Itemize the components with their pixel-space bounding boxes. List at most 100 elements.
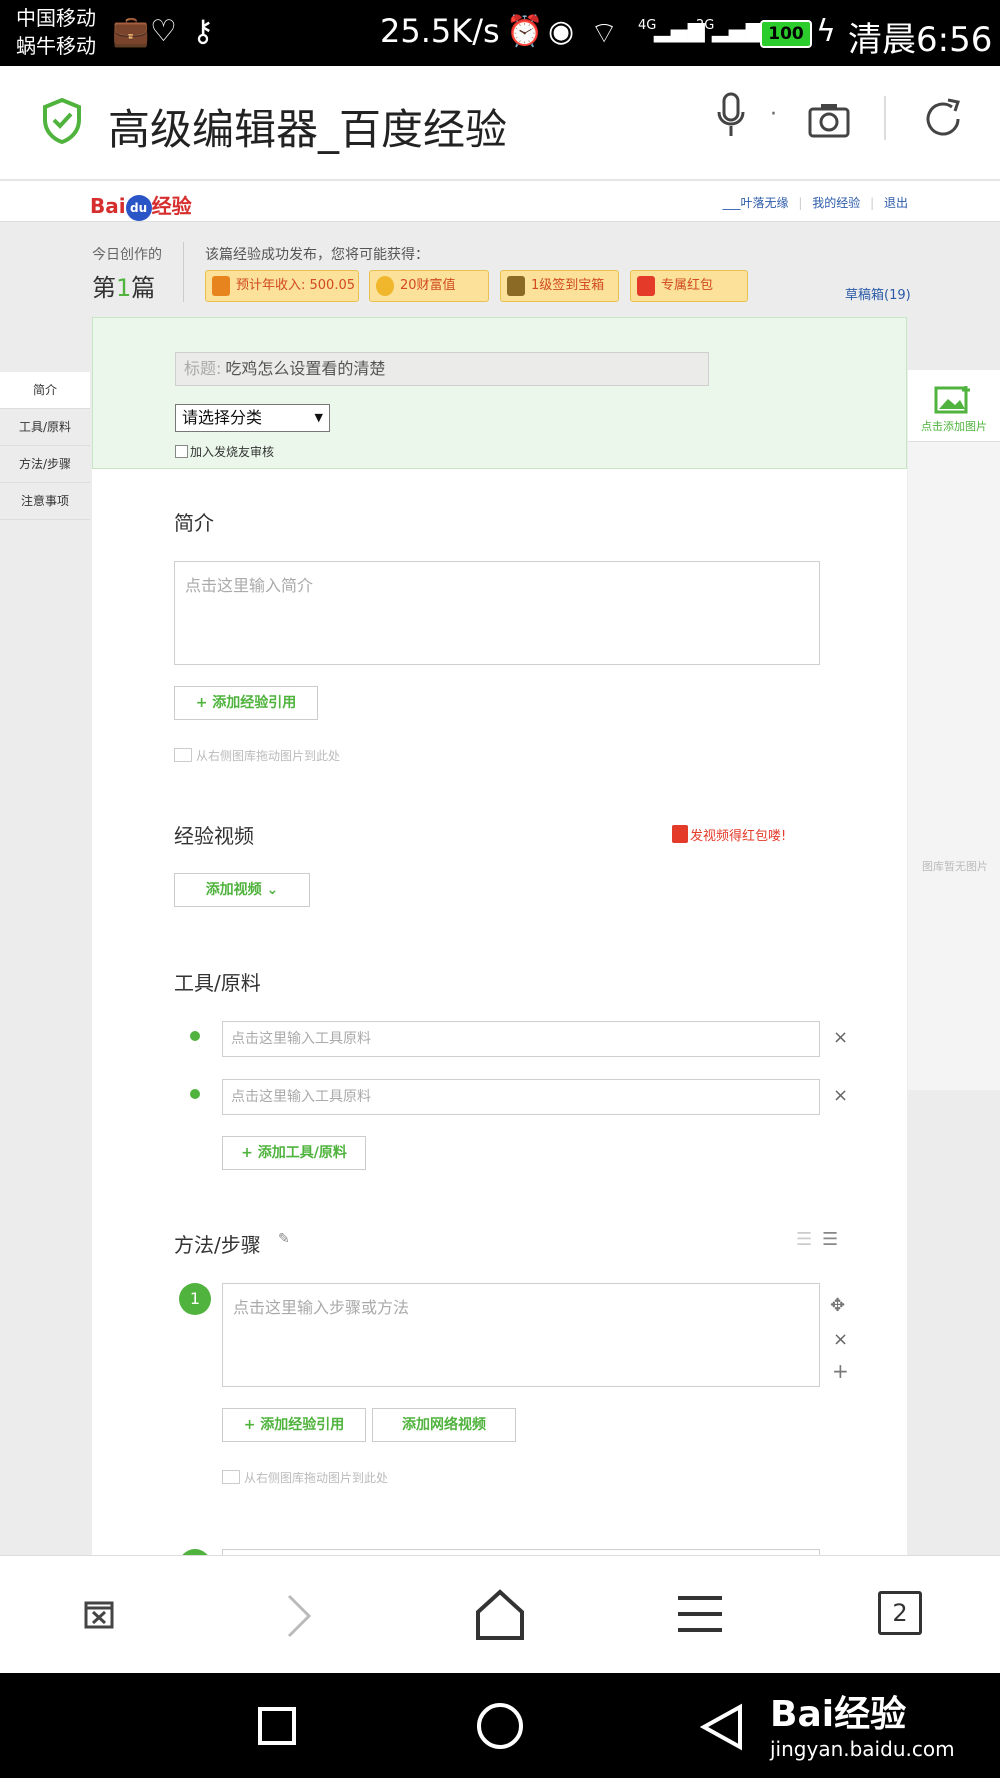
dropdown-arrow-icon: ▼: [314, 411, 323, 424]
reward-wealth-label: 20财富值: [400, 278, 456, 293]
clock: 清晨6:56: [848, 20, 993, 60]
microphone-icon[interactable]: [716, 92, 746, 138]
link-separator-2: |: [870, 196, 875, 210]
fan-review-checkbox[interactable]: 加入发烧友审核: [175, 443, 274, 460]
add-image-button[interactable]: 点击添加图片: [908, 370, 1000, 442]
network-speed: 25.5K/s: [380, 12, 500, 50]
watermark: Bai经验 jingyan.baidu.com: [770, 1685, 955, 1761]
logo-text: Bai: [90, 194, 126, 218]
reward-wealth: 20财富值: [369, 270, 489, 302]
logo-paw: du: [125, 194, 152, 221]
charging-icon: ϟ: [816, 14, 836, 49]
remove-tool-2-icon[interactable]: ×: [833, 1085, 848, 1106]
intro-drag-hint: 从右侧图库拖动图片到此处: [174, 747, 340, 764]
treasure-chest-icon: [507, 276, 525, 296]
step-textarea[interactable]: 点击这里输入步骤或方法: [222, 1283, 820, 1387]
image-gallery-panel: 点击添加图片 图库暂无图片: [908, 370, 1000, 1090]
add-tool-button[interactable]: + 添加工具/原料: [222, 1136, 366, 1170]
tabs-count-button[interactable]: 2: [878, 1591, 922, 1635]
refresh-icon[interactable]: [922, 98, 964, 140]
checkbox-box[interactable]: [175, 445, 188, 458]
android-nav-bar: Bai经验 jingyan.baidu.com: [0, 1673, 1000, 1778]
briefcase-icon: 💼: [112, 14, 150, 49]
tool-input-2[interactable]: 点击这里输入工具原料: [222, 1079, 820, 1115]
nav-item-steps[interactable]: 方法/步骤: [0, 446, 90, 483]
close-tab-icon[interactable]: [84, 1599, 114, 1629]
today-count-num: 1: [116, 274, 132, 302]
reward-label: 该篇经验成功发布，您将可能获得：: [205, 247, 429, 263]
checkbox-label: 加入发烧友审核: [190, 445, 275, 459]
site-header: Bai du 经验 ___叶落无缘 | 我的经验 | 退出: [0, 182, 1000, 222]
intro-add-reference-button[interactable]: + 添加经验引用: [174, 686, 318, 720]
battery-icon: 100: [760, 20, 812, 48]
logout-link[interactable]: 退出: [884, 196, 908, 210]
today-label: 今日创作的: [92, 247, 162, 263]
shield-check-icon: [43, 98, 81, 144]
logo-suffix: 经验: [151, 194, 192, 218]
title-prefix: 标题:: [184, 359, 222, 378]
image-placeholder-icon: [174, 748, 192, 762]
image-placeholder-icon-2: [222, 1470, 240, 1484]
video-heading: 经验视频: [174, 824, 254, 848]
video-promo[interactable]: 发视频得红包喽!: [672, 825, 786, 844]
user-links: ___叶落无缘 | 我的经验 | 退出: [717, 194, 908, 211]
drafts-link[interactable]: 草稿箱(19): [845, 284, 911, 303]
nav-item-tools[interactable]: 工具/原料: [0, 409, 90, 446]
toolbar-divider: [884, 96, 886, 140]
tool-input-1[interactable]: 点击这里输入工具原料: [222, 1021, 820, 1057]
gallery-empty-text: 图库暂无图片: [922, 860, 988, 873]
numbered-list-icon[interactable]: ☰: [796, 1229, 812, 1250]
reward-redpacket: 专属红包: [630, 270, 748, 302]
section-nav: 简介 工具/原料 方法/步骤 注意事项: [0, 372, 90, 520]
web-page: Bai du 经验 ___叶落无缘 | 我的经验 | 退出 今日创作的 第1篇 该篇…: [0, 182, 1000, 1555]
alarm-icon: ⏰: [506, 14, 544, 49]
move-step-icon[interactable]: ✥: [830, 1295, 845, 1316]
bullet-list-icon[interactable]: ☰: [822, 1229, 838, 1250]
intro-textarea[interactable]: 点击这里输入简介: [174, 561, 820, 665]
nav-item-intro[interactable]: 简介: [0, 372, 90, 409]
category-value: 请选择分类: [182, 408, 263, 427]
today-count-post: 篇: [131, 274, 156, 302]
separator-dot: ·: [770, 102, 777, 127]
health-icon: ♡: [150, 14, 177, 49]
add-image-label: 点击添加图片: [921, 420, 987, 433]
forward-icon[interactable]: [284, 1594, 314, 1638]
recent-apps-icon[interactable]: [258, 1707, 296, 1745]
reward-chest-label: 1级签到宝箱: [531, 278, 605, 293]
category-select[interactable]: 请选择分类 ▼: [175, 404, 330, 432]
watermark-url: jingyan.baidu.com: [770, 1737, 955, 1761]
edit-pencil-icon[interactable]: ✎: [278, 1231, 290, 1247]
browser-address-bar: 高级编辑器_百度经验 ·: [0, 66, 1000, 181]
username-link[interactable]: ___叶落无缘: [723, 196, 789, 210]
stats-divider: [183, 242, 184, 302]
bullet-icon: [190, 1031, 200, 1041]
remove-tool-1-icon[interactable]: ×: [833, 1027, 848, 1048]
baidu-jingyan-logo[interactable]: Bai du 经验: [90, 190, 192, 221]
link-separator: |: [798, 196, 803, 210]
camera-icon[interactable]: [808, 102, 850, 138]
key-icon: ⚷: [192, 14, 214, 49]
nav-item-notes[interactable]: 注意事项: [0, 483, 90, 520]
red-packet-icon-2: [672, 825, 688, 843]
title-input[interactable]: 标题: 吃鸡怎么设置看的清楚: [175, 352, 709, 386]
browser-bottom-bar: 2: [0, 1555, 1000, 1673]
page-title[interactable]: 高级编辑器_百度经验: [108, 96, 507, 157]
home-nav-icon[interactable]: [477, 1703, 523, 1749]
reward-redpacket-label: 专属红包: [661, 278, 714, 293]
step-add-reference-button[interactable]: + 添加经验引用: [222, 1408, 366, 1442]
wifi-icon: ⌔: [590, 16, 619, 51]
home-icon[interactable]: [474, 1588, 526, 1640]
step-drag-hint: 从右侧图库拖动图片到此处: [222, 1469, 388, 1486]
editor-form: 标题: 吃鸡怎么设置看的清楚 请选择分类 ▼ 加入发烧友审核 简介 点击这里输入简介…: [92, 317, 907, 1555]
my-experience-link[interactable]: 我的经验: [812, 196, 860, 210]
remove-step-icon[interactable]: ×: [833, 1329, 848, 1350]
tools-heading: 工具/原料: [174, 971, 261, 995]
carrier-name-2: 蜗牛移动: [16, 34, 96, 58]
add-step-icon[interactable]: +: [832, 1359, 849, 1383]
back-nav-icon[interactable]: [700, 1703, 744, 1751]
menu-icon[interactable]: [676, 1594, 724, 1634]
step-drag-hint-text: 从右侧图库拖动图片到此处: [244, 1471, 389, 1485]
title-value: 吃鸡怎么设置看的清楚: [225, 359, 386, 378]
add-video-button[interactable]: 添加视频 ⌄: [174, 873, 310, 907]
add-network-video-button[interactable]: 添加网络视频: [372, 1408, 516, 1442]
